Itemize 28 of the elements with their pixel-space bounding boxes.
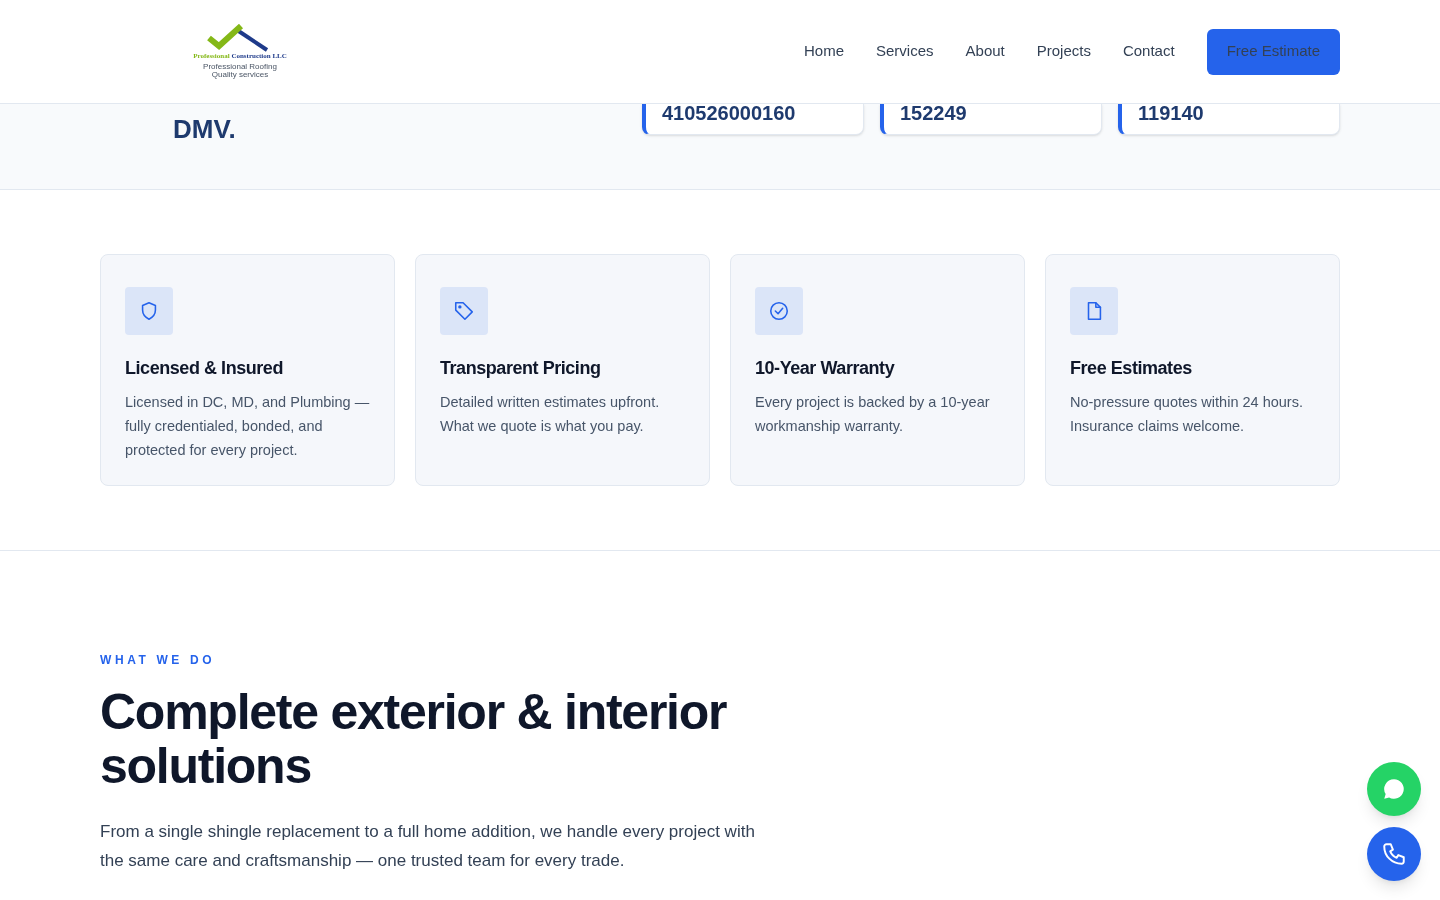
tag-icon <box>440 287 488 335</box>
nav-link[interactable]: Projects <box>1036 40 1091 63</box>
nav-link[interactable]: Services <box>876 40 934 63</box>
phone-button[interactable] <box>1367 827 1421 881</box>
section-heading: Complete exterior & interior solutions <box>100 685 728 793</box>
feature-description: Detailed written estimates upfront. What we quote is what you pay. <box>440 393 661 436</box>
feature-title: Transparent Pricing <box>440 357 602 380</box>
feature-description: No-pressure quotes within 24 hours. Insurance claims welcome. <box>1070 393 1304 436</box>
stat-value: 119140 <box>1138 102 1204 124</box>
nav-link[interactable]: Home <box>804 40 844 63</box>
section-description: From a single shingle replacement to a full home addition, we handle every project with the same care and craftsmanship — one trusted team for every trade. <box>100 821 756 872</box>
feature-title: 10-Year Warranty <box>755 357 896 380</box>
stat-value: 410526000160 <box>662 102 796 124</box>
feature-title: Licensed & Insured <box>125 357 284 380</box>
nav-link[interactable]: Contact <box>1122 40 1175 63</box>
chat-bubble-icon <box>1381 776 1407 802</box>
section-eyebrow: WHAT WE DO <box>100 652 217 669</box>
document-icon <box>1070 287 1118 335</box>
feature-title: Free Estimates <box>1070 357 1193 380</box>
stat-value: 152249 <box>900 102 967 124</box>
nav-link[interactable]: About <box>965 40 1005 63</box>
shield-icon <box>125 287 173 335</box>
phone-icon <box>1381 841 1407 867</box>
feature-description: Licensed in DC, MD, and Plumbing — fully credentialed, bonded, and protected for every project. <box>125 393 370 460</box>
feature-description: Every project is backed by a 10-year workmanship warranty. <box>755 393 991 436</box>
hero-heading: DMV. <box>173 113 236 146</box>
logo-tagline: Quality services <box>211 70 269 79</box>
logo-tagline: Professional Roofing <box>203 62 277 71</box>
